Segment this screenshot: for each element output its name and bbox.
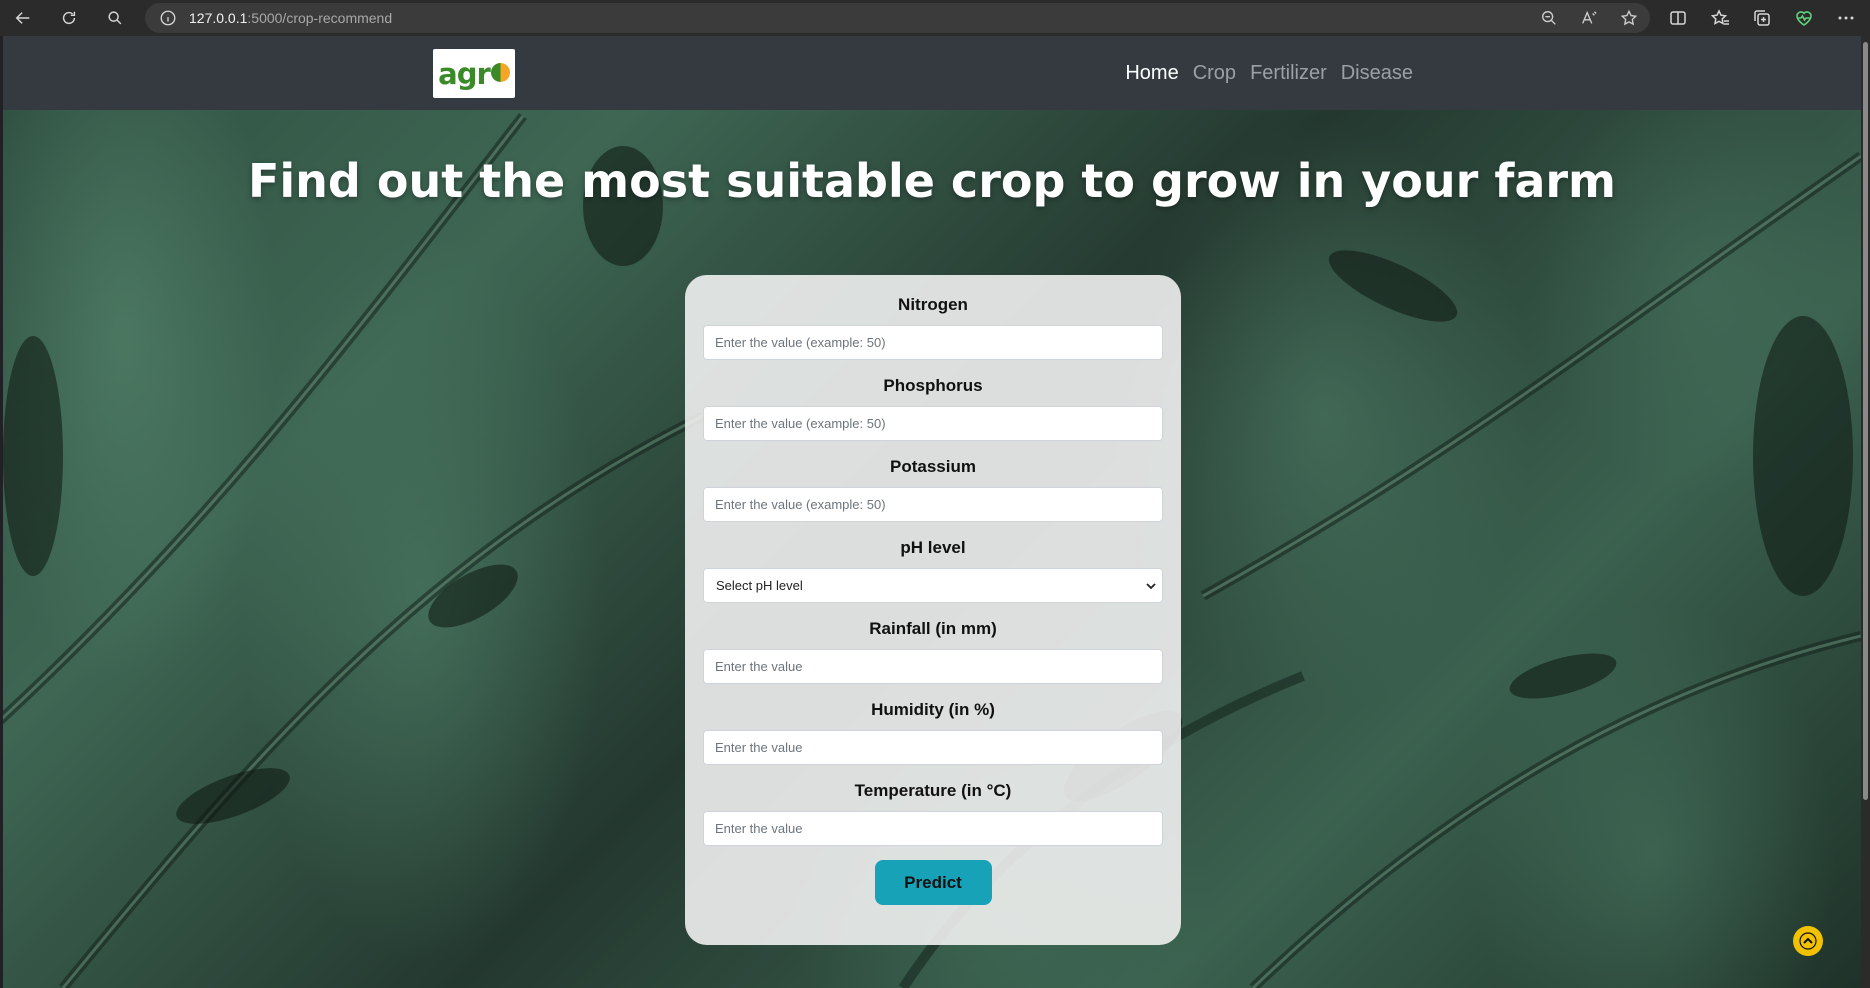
potassium-label: Potassium — [890, 457, 976, 476]
scrollbar-thumb[interactable] — [1863, 42, 1868, 800]
collections-icon[interactable] — [1752, 8, 1772, 28]
scrollbar[interactable] — [1861, 36, 1870, 988]
chevron-up-icon — [1799, 932, 1817, 950]
rainfall-input[interactable] — [703, 649, 1163, 684]
logo[interactable]: agr — [433, 49, 515, 98]
more-icon[interactable] — [1836, 8, 1856, 28]
favorite-icon[interactable] — [1620, 9, 1638, 27]
nav-links: Home Crop Fertilizer Disease — [1125, 36, 1413, 110]
crop-form: Nitrogen Phosphorus Potassium pH level S… — [685, 275, 1181, 945]
ph-select[interactable]: Select pH level — [703, 568, 1163, 603]
url-host: 127.0.0.1 — [189, 10, 248, 26]
read-aloud-icon[interactable] — [1580, 9, 1598, 27]
phosphorus-input[interactable] — [703, 406, 1163, 441]
page-content: agr Home Crop Fertilizer Disease Find ou… — [3, 36, 1861, 988]
refresh-icon[interactable] — [46, 0, 92, 36]
rainfall-label: Rainfall (in mm) — [869, 619, 997, 638]
humidity-label: Humidity (in %) — [871, 700, 995, 719]
predict-button[interactable]: Predict — [874, 860, 992, 905]
nav-link-crop[interactable]: Crop — [1193, 62, 1236, 85]
chevron-down-icon — [1145, 579, 1157, 591]
nitrogen-input[interactable] — [703, 325, 1163, 360]
back-icon[interactable] — [0, 0, 46, 36]
info-icon[interactable] — [159, 9, 177, 27]
browser-toolbar: 127.0.0.1:5000/crop-recommend — [0, 0, 1870, 36]
humidity-input[interactable] — [703, 730, 1163, 765]
ph-label: pH level — [900, 538, 966, 557]
nav-link-home[interactable]: Home — [1125, 62, 1178, 85]
page-title: Find out the most suitable crop to grow … — [247, 154, 1616, 208]
address-bar[interactable]: 127.0.0.1:5000/crop-recommend — [145, 3, 1650, 33]
navbar: agr Home Crop Fertilizer Disease — [3, 36, 1861, 110]
potassium-input[interactable] — [703, 487, 1163, 522]
search-icon[interactable] — [92, 0, 138, 36]
nav-link-disease[interactable]: Disease — [1341, 62, 1413, 85]
logo-text: agr — [438, 56, 491, 91]
nav-link-fertilizer[interactable]: Fertilizer — [1250, 62, 1327, 85]
scroll-to-top-button[interactable] — [1793, 926, 1823, 956]
health-icon[interactable] — [1794, 8, 1814, 28]
phosphorus-label: Phosphorus — [883, 376, 983, 395]
logo-o-icon — [490, 63, 510, 82]
url-path: :5000/crop-recommend — [247, 10, 393, 26]
zoom-out-icon[interactable] — [1540, 9, 1558, 27]
favorites-icon[interactable] — [1710, 8, 1730, 28]
ph-select-value[interactable]: Select pH level — [703, 568, 1163, 603]
split-screen-icon[interactable] — [1668, 8, 1688, 28]
temperature-label: Temperature (in °C) — [854, 781, 1012, 800]
nitrogen-label: Nitrogen — [898, 295, 968, 314]
temperature-input[interactable] — [703, 811, 1163, 846]
